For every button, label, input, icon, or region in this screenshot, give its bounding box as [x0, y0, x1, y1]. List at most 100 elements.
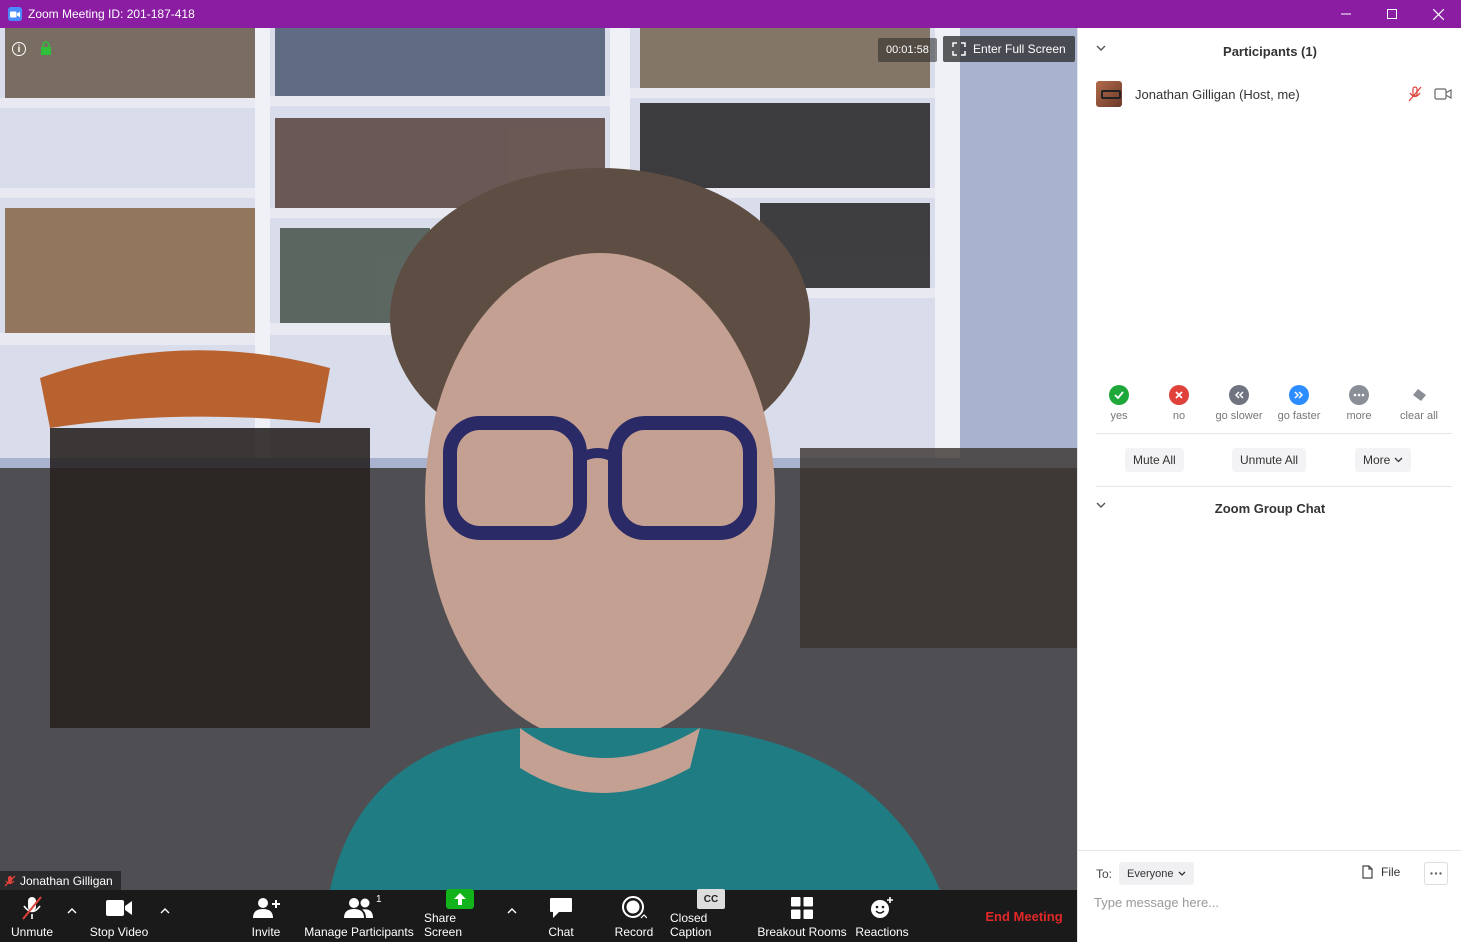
chat-button[interactable]: Chat	[540, 890, 582, 942]
share-screen-label: Share Screen	[424, 911, 463, 939]
participants-title: Participants (1)	[1223, 43, 1317, 59]
divider	[1096, 433, 1452, 434]
feedback-yes[interactable]: yes	[1089, 385, 1149, 422]
muted-mic-icon	[4, 875, 16, 886]
audio-options-caret[interactable]	[65, 904, 79, 918]
x-icon	[1169, 385, 1189, 405]
fullscreen-label: Enter Full Screen	[973, 42, 1066, 56]
chevron-up-icon	[67, 908, 77, 914]
invite-label: Invite	[251, 925, 281, 939]
chevron-up-icon	[160, 908, 170, 914]
feedback-go-slower[interactable]: go slower	[1209, 385, 1269, 422]
share-screen-button[interactable]: Share Screen	[424, 889, 496, 942]
unmute-label: Unmute	[10, 925, 54, 939]
record-label: Record	[614, 925, 654, 939]
stop-video-label: Stop Video	[89, 925, 149, 939]
eraser-icon	[1409, 385, 1429, 405]
recipient-value: Everyone	[1127, 867, 1174, 880]
feedback-go-slower-label: go slower	[1215, 410, 1263, 422]
minimize-icon	[1341, 13, 1351, 15]
meeting-timer: 00:01:58	[878, 38, 937, 62]
participant-name-label: Jonathan Gilligan	[20, 873, 113, 888]
file-icon	[1362, 865, 1373, 879]
share-screen-icon	[446, 889, 474, 909]
window-controls	[1323, 0, 1461, 28]
chevron-up-icon	[507, 908, 517, 914]
feedback-more-label: more	[1346, 410, 1372, 422]
chat-header: Zoom Group Chat	[1078, 493, 1461, 523]
feedback-go-faster[interactable]: go faster	[1269, 385, 1329, 422]
meeting-toolbar: Unmute Stop Video Invite Manage Particip…	[0, 889, 1077, 942]
collapse-chat-chevron-icon[interactable]	[1096, 502, 1106, 508]
title-bar: Zoom Meeting ID: 201-187-418	[0, 0, 1461, 28]
share-options-caret[interactable]	[505, 904, 519, 918]
to-label: To:	[1096, 867, 1113, 881]
more-dots-icon	[1349, 385, 1369, 405]
participant-name-tag: Jonathan Gilligan	[0, 871, 121, 890]
video-options-caret[interactable]	[158, 904, 172, 918]
closed-caption-icon: CC	[697, 889, 725, 909]
invite-button[interactable]: Invite	[246, 890, 286, 942]
more-options-label: More	[1363, 453, 1391, 467]
record-icon	[622, 896, 647, 919]
end-meeting-button[interactable]: End Meeting	[976, 890, 1072, 942]
rewind-icon	[1229, 385, 1249, 405]
chat-label: Chat	[548, 925, 574, 939]
chat-compose-area: To: Everyone File	[1078, 850, 1461, 942]
close-icon	[1432, 8, 1444, 20]
breakout-rooms-button[interactable]: Breakout Rooms	[757, 890, 847, 942]
participant-status-icons	[1408, 86, 1452, 102]
enter-full-screen-button[interactable]: Enter Full Screen	[943, 36, 1075, 62]
recipient-select[interactable]: Everyone	[1119, 862, 1195, 885]
participant-count-badge: 1	[376, 894, 382, 905]
unmute-button[interactable]: Unmute	[6, 890, 58, 942]
closed-caption-label: Closed Caption	[670, 911, 712, 939]
zoom-window: Zoom Meeting ID: 201-187-418 i 00:01:58 …	[0, 0, 1461, 942]
divider	[1096, 486, 1452, 487]
file-button[interactable]: File	[1362, 865, 1400, 879]
chat-more-button[interactable]	[1424, 862, 1448, 885]
feedback-clear-all-label: clear all	[1400, 410, 1438, 422]
participant-name: Jonathan Gilligan (Host, me)	[1135, 86, 1300, 102]
muted-mic-icon[interactable]	[1408, 86, 1422, 102]
feedback-more[interactable]: more	[1329, 385, 1389, 422]
chevron-down-icon	[1394, 457, 1403, 463]
breakout-rooms-label: Breakout Rooms	[757, 925, 847, 939]
nonverbal-feedback-row: yes no go slower go faster more clear al…	[1096, 385, 1456, 429]
reactions-label: Reactions	[855, 925, 909, 939]
participants-header: Participants (1)	[1078, 36, 1461, 66]
video-camera-icon[interactable]	[1434, 88, 1452, 100]
closed-caption-button[interactable]: CC Closed Caption	[670, 889, 752, 942]
file-label: File	[1381, 865, 1401, 879]
chat-bubble-icon	[550, 898, 572, 918]
reactions-button[interactable]: Reactions	[854, 890, 910, 942]
meeting-info-icon[interactable]: i	[12, 42, 26, 56]
bookshelf-background	[0, 28, 1077, 890]
breakout-rooms-icon	[791, 897, 813, 919]
feedback-no[interactable]: no	[1149, 385, 1209, 422]
manage-participants-button[interactable]: Manage Participants	[303, 890, 415, 942]
video-camera-icon	[106, 900, 132, 916]
feedback-clear-all[interactable]: clear all	[1389, 385, 1449, 422]
minimize-button[interactable]	[1323, 0, 1369, 28]
mute-all-button[interactable]: Mute All	[1125, 448, 1184, 472]
unmute-all-button[interactable]: Unmute All	[1232, 448, 1307, 472]
close-button[interactable]	[1415, 0, 1461, 28]
chat-message-input[interactable]	[1094, 891, 1444, 913]
record-button[interactable]: Record	[612, 890, 656, 942]
more-options-button[interactable]: More	[1355, 448, 1412, 472]
add-reaction-icon	[871, 897, 893, 918]
collapse-participants-chevron-icon[interactable]	[1096, 45, 1106, 51]
feedback-no-label: no	[1172, 410, 1186, 422]
zoom-app-icon	[8, 7, 22, 21]
ellipsis-icon	[1430, 872, 1442, 875]
encryption-lock-icon[interactable]	[40, 41, 52, 55]
participants-icon	[344, 898, 373, 918]
participant-row[interactable]: Jonathan Gilligan (Host, me)	[1096, 80, 1452, 108]
stop-video-button[interactable]: Stop Video	[86, 890, 152, 942]
muted-microphone-icon	[22, 896, 42, 920]
maximize-button[interactable]	[1369, 0, 1415, 28]
video-feed: i 00:01:58 Enter Full Screen Jonathan Gi…	[0, 28, 1077, 890]
chevron-down-icon	[1179, 871, 1186, 876]
feedback-yes-label: yes	[1110, 410, 1128, 422]
